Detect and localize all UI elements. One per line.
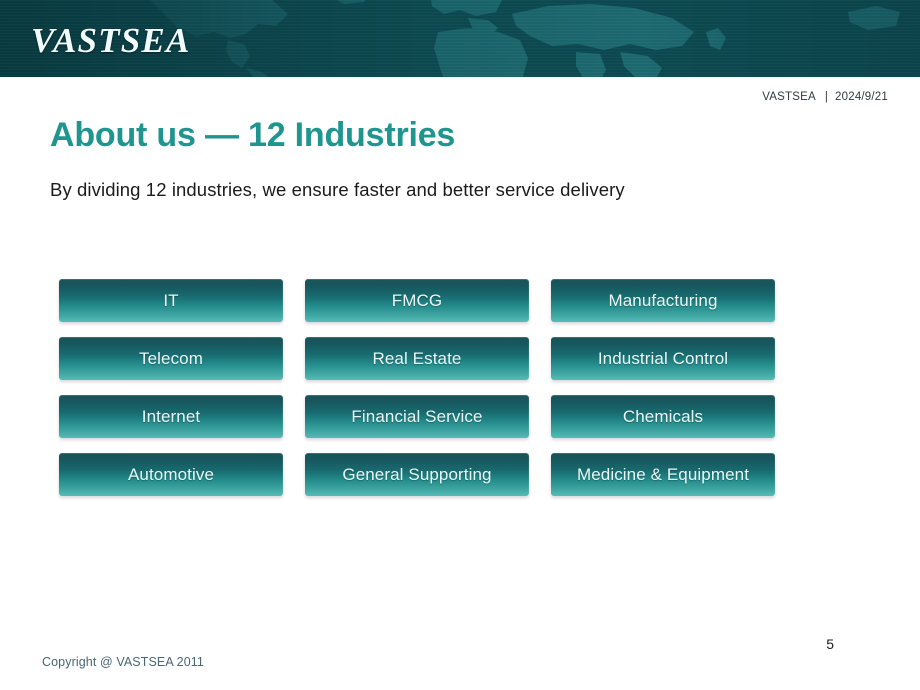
page-title: About us — 12 Industries bbox=[50, 116, 456, 154]
industry-chip-label: Real Estate bbox=[372, 348, 462, 368]
industry-chip-label: FMCG bbox=[391, 290, 443, 310]
industry-row: Telecom Real Estate Industrial Control bbox=[59, 337, 789, 380]
copyright-text: Copyright @ VASTSEA 2011 bbox=[42, 655, 204, 669]
industry-chip-telecom[interactable]: Telecom bbox=[59, 337, 283, 380]
industry-chip-real-estate[interactable]: Real Estate bbox=[305, 337, 529, 380]
industry-chip-label: Manufacturing bbox=[608, 290, 718, 310]
industry-chip-internet[interactable]: Internet bbox=[59, 395, 283, 438]
industry-chip-industrial-control[interactable]: Industrial Control bbox=[551, 337, 775, 380]
industry-chip-financial-service[interactable]: Financial Service bbox=[305, 395, 529, 438]
page-number: 5 bbox=[826, 636, 834, 652]
slide-meta: VASTSEA | 2024/9/21 bbox=[762, 91, 888, 103]
industry-row: Automotive General Supporting Medicine &… bbox=[59, 453, 789, 496]
industry-row: IT FMCG Manufacturing bbox=[59, 279, 789, 322]
page-subtitle: By dividing 12 industries, we ensure fas… bbox=[50, 179, 625, 200]
vastsea-logo: VASTSEA bbox=[31, 21, 191, 60]
industry-grid: IT FMCG Manufacturing Telecom Real Estat… bbox=[59, 279, 789, 496]
industry-chip-label: Financial Service bbox=[351, 406, 483, 426]
meta-company: VASTSEA bbox=[762, 91, 816, 103]
industry-chip-medicine-equipment[interactable]: Medicine & Equipment bbox=[551, 453, 775, 496]
meta-date: 2024/9/21 bbox=[835, 91, 888, 103]
industry-chip-label: Telecom bbox=[138, 348, 203, 368]
industry-chip-fmcg[interactable]: FMCG bbox=[305, 279, 529, 322]
industry-chip-automotive[interactable]: Automotive bbox=[59, 453, 283, 496]
industry-chip-label: Automotive bbox=[127, 464, 215, 484]
industry-chip-label: General Supporting bbox=[342, 464, 492, 484]
industry-chip-label: IT bbox=[163, 290, 179, 310]
presentation-slide: VASTSEA VASTSEA | 2024/9/21 About us — 12 … bbox=[0, 0, 920, 690]
industry-chip-chemicals[interactable]: Chemicals bbox=[551, 395, 775, 438]
industry-chip-label: Chemicals bbox=[622, 406, 704, 426]
industry-chip-it[interactable]: IT bbox=[59, 279, 283, 322]
industry-chip-label: Medicine & Equipment bbox=[576, 464, 750, 484]
industry-chip-general-supporting[interactable]: General Supporting bbox=[305, 453, 529, 496]
slide-header: VASTSEA bbox=[0, 0, 920, 77]
industry-chip-manufacturing[interactable]: Manufacturing bbox=[551, 279, 775, 322]
industry-chip-label: Internet bbox=[141, 406, 201, 426]
industry-chip-label: Industrial Control bbox=[597, 348, 729, 368]
industry-row: Internet Financial Service Chemicals bbox=[59, 395, 789, 438]
meta-separator: | bbox=[824, 91, 829, 103]
